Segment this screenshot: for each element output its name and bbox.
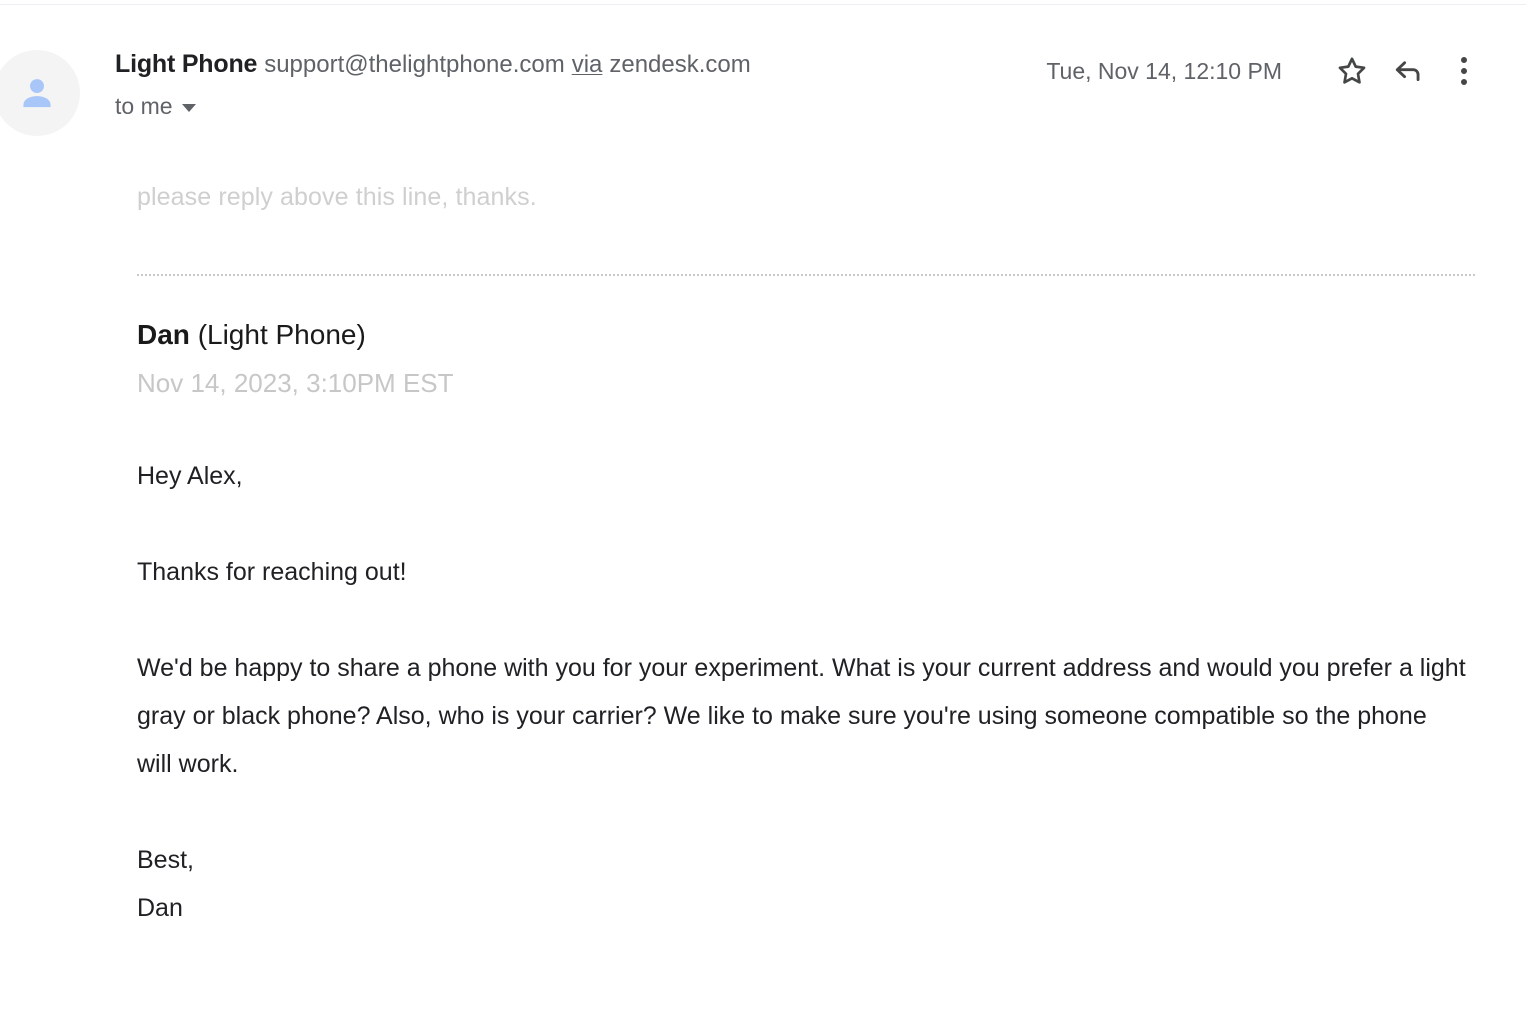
avatar[interactable] (0, 50, 80, 136)
via-domain: zendesk.com (609, 51, 751, 78)
sender-name[interactable]: Light Phone (115, 50, 257, 78)
more-vertical-icon (1461, 57, 1467, 85)
signoff-line: Best, (137, 846, 194, 874)
chevron-down-icon (181, 103, 196, 112)
star-outline-icon (1335, 54, 1369, 88)
reply-arrow-icon (1391, 54, 1425, 88)
agent-date: Nov 14, 2023, 3:10PM EST (137, 368, 454, 398)
star-button[interactable] (1324, 48, 1380, 94)
recipient-details-toggle[interactable]: to me (115, 91, 196, 121)
sender-email[interactable]: support@thelightphone.com (264, 51, 565, 78)
header-actions: Tue, Nov 14, 12:10 PM (1046, 48, 1492, 94)
top-divider (0, 4, 1526, 5)
signature-name: Dan (137, 894, 183, 922)
agent-name: Dan (Light Phone) (137, 316, 1477, 354)
recipient-label: to me (115, 93, 173, 119)
body-paragraph-1: Thanks for reaching out! (137, 558, 407, 586)
body-paragraph-2: We'd be happy to share a phone with you … (137, 654, 1466, 778)
message-header: Light Phone support@thelightphone.com vi… (0, 46, 1526, 156)
person-avatar-icon (15, 71, 59, 115)
reply-button[interactable] (1380, 48, 1436, 94)
message-body: please reply above this line, thanks. Da… (137, 180, 1477, 932)
sender-line: Light Phone support@thelightphone.com vi… (115, 46, 1015, 83)
agent-name-org: (Light Phone) (197, 319, 366, 350)
dotted-divider (137, 274, 1475, 276)
via-label[interactable]: via (572, 51, 603, 78)
more-options-button[interactable] (1436, 48, 1492, 94)
sender-block: Light Phone support@thelightphone.com vi… (115, 46, 1015, 121)
message-timestamp: Tue, Nov 14, 12:10 PM (1046, 58, 1282, 84)
reply-above-notice: please reply above this line, thanks. (137, 183, 537, 211)
signature-block: Best, Dan (137, 836, 1477, 932)
agent-name-bold: Dan (137, 319, 190, 350)
greeting-paragraph: Hey Alex, (137, 462, 243, 490)
